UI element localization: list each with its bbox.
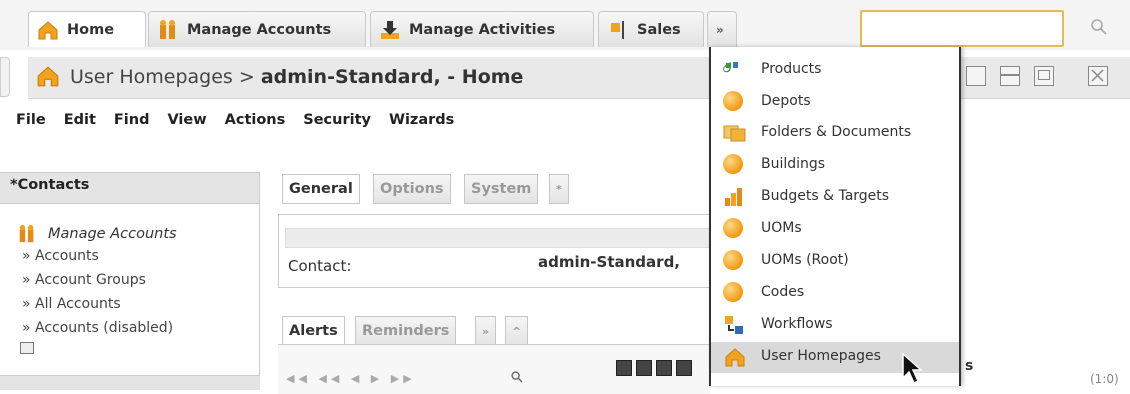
menu-item-label: Codes: [761, 284, 805, 300]
workflow-icon: [723, 314, 747, 336]
menu-item-label: Workflows: [761, 316, 833, 332]
menu-item-label: Depots: [761, 93, 811, 109]
menu-view[interactable]: View: [167, 112, 206, 136]
menu-item-folders-documents[interactable]: Folders & Documents: [711, 118, 959, 149]
menu-item-label: Budgets & Targets: [761, 188, 890, 204]
menu-item-products[interactable]: ර Products: [711, 55, 959, 86]
bar-chart-icon: [723, 186, 747, 208]
close-icon[interactable]: [616, 360, 632, 376]
tab-manage-activities[interactable]: Manage Activities: [370, 11, 594, 47]
sidebar-link-accounts[interactable]: » Accounts: [22, 248, 99, 264]
contact-value: admin-Standard,: [538, 253, 681, 271]
grid-icon[interactable]: [636, 360, 652, 376]
search-icon[interactable]: [1089, 17, 1109, 37]
tab-system[interactable]: System: [464, 174, 539, 204]
ball-icon: [723, 250, 747, 272]
close-icon[interactable]: [1088, 66, 1108, 86]
tab-reminders[interactable]: Reminders: [355, 316, 457, 346]
sidebar-link-account-groups[interactable]: » Account Groups: [22, 272, 146, 288]
tab-general[interactable]: General: [282, 174, 360, 204]
people-icon: [157, 19, 179, 41]
menu-item-uoms-root[interactable]: UOMs (Root): [711, 246, 959, 277]
tab-add[interactable]: *: [549, 174, 569, 204]
menu-find[interactable]: Find: [114, 112, 150, 136]
right-fragment: s: [965, 358, 974, 374]
sidebar-link-accounts-disabled[interactable]: » Accounts (disabled): [22, 320, 173, 336]
ball-icon: [723, 282, 747, 304]
more-tabs-button[interactable]: »: [707, 11, 737, 47]
window-split-icon[interactable]: [1000, 66, 1020, 86]
flag-icon: [607, 19, 629, 41]
menu-security[interactable]: Security: [303, 112, 371, 136]
menu-actions[interactable]: Actions: [225, 112, 286, 136]
products-icon: ර: [723, 59, 747, 81]
breadcrumb-prefix: User Homepages >: [70, 66, 261, 88]
more-tabs-button[interactable]: »: [475, 316, 497, 346]
check-icon[interactable]: [676, 360, 692, 376]
menu-item-depots[interactable]: Depots: [711, 87, 959, 118]
menu-item-label: UOMs: [761, 220, 802, 236]
form-area: [278, 214, 710, 288]
download-icon: [379, 19, 401, 41]
tab-manage-accounts[interactable]: Manage Accounts: [148, 11, 366, 47]
mouse-cursor-icon: [901, 352, 927, 386]
tab-alerts[interactable]: Alerts: [282, 316, 345, 346]
menu-item-label: Folders & Documents: [761, 124, 912, 140]
menu-item-label: UOMs (Root): [761, 252, 849, 268]
tab-label: Manage Accounts: [187, 21, 332, 38]
menu-item-uoms[interactable]: UOMs: [711, 214, 959, 245]
ball-icon: [723, 91, 747, 113]
menu-item-label: User Homepages: [761, 348, 881, 364]
tab-options[interactable]: Options: [373, 174, 451, 204]
menu-wizards[interactable]: Wizards: [389, 112, 454, 136]
tab-home[interactable]: Home: [28, 11, 146, 47]
contacts-section-header[interactable]: *Contacts: [0, 172, 260, 204]
search-icon[interactable]: [510, 370, 524, 384]
home-icon: [36, 64, 60, 88]
people-icon: [16, 224, 38, 244]
menu-item-label: Buildings: [761, 156, 826, 172]
menu-edit[interactable]: Edit: [64, 112, 96, 136]
sidebar-link-all-accounts[interactable]: » All Accounts: [22, 296, 121, 312]
search-input[interactable]: [860, 10, 1064, 47]
settings-icon[interactable]: [656, 360, 672, 376]
page-title: admin-Standard, - Home: [260, 66, 524, 88]
menu-item-codes[interactable]: Codes: [711, 278, 959, 309]
collapse-button[interactable]: ^: [505, 316, 529, 346]
tab-sales[interactable]: Sales: [598, 11, 704, 47]
ball-icon: [723, 218, 747, 240]
breadcrumb: User Homepages > admin-Standard, - Home: [70, 66, 523, 88]
menu-item-label: Products: [761, 61, 822, 77]
menu-item-buildings[interactable]: Buildings: [711, 150, 959, 181]
menu-item-workflows[interactable]: Workflows: [711, 310, 959, 341]
more-tabs-dropdown: ර Products Depots Folders & Documents Bu…: [709, 47, 961, 386]
tab-label: Manage Activities: [409, 21, 556, 38]
contact-label: Contact:: [288, 257, 352, 275]
window-restore-icon[interactable]: [966, 66, 986, 86]
tab-label: Sales: [637, 21, 681, 38]
ball-icon: [723, 154, 747, 176]
next-section-header[interactable]: [0, 375, 260, 390]
manage-accounts-link[interactable]: Manage Accounts: [16, 224, 177, 244]
pager-controls[interactable]: ◀◀ ◀◀ ◀ ▶ ▶▶: [286, 372, 416, 385]
folders-icon: [723, 122, 747, 144]
monitor-icon[interactable]: [20, 342, 34, 354]
menu-item-budgets-targets[interactable]: Budgets & Targets: [711, 182, 959, 213]
home-icon: [723, 346, 747, 368]
manage-accounts-label: Manage Accounts: [48, 226, 177, 242]
tab-label: Home: [67, 21, 115, 38]
side-expand-handle[interactable]: [0, 57, 10, 97]
count-badge: (1:0): [1090, 372, 1119, 386]
home-icon: [37, 19, 59, 41]
menu-file[interactable]: File: [16, 112, 46, 136]
more-tabs-label: »: [716, 22, 724, 37]
print-icon[interactable]: [1034, 66, 1054, 86]
form-divider: [285, 228, 710, 248]
menubar: File Edit Find View Actions Security Wiz…: [16, 112, 472, 136]
